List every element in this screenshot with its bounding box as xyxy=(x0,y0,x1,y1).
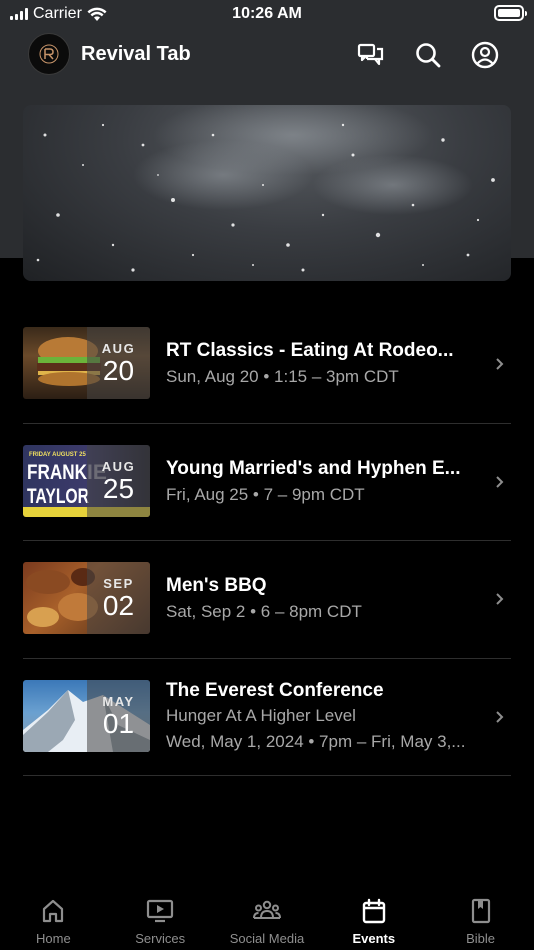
tab-bible[interactable]: Bible xyxy=(427,885,534,950)
group-icon xyxy=(252,900,281,919)
status-time: 10:26 AM xyxy=(232,5,302,22)
tab-social-media[interactable]: Social Media xyxy=(214,885,321,950)
chevron-right-icon xyxy=(496,476,504,488)
app-header: Revival Tab xyxy=(0,32,534,78)
event-title: The Everest Conference xyxy=(166,679,384,701)
event-month: AUG xyxy=(101,341,136,356)
event-thumbnail: AUG 20 xyxy=(23,327,150,399)
tab-bar: Home Services Social Media Events Bible xyxy=(0,885,534,950)
tab-services[interactable]: Services xyxy=(107,885,214,950)
app-title: Revival Tab xyxy=(81,43,191,65)
date-badge: AUG 20 xyxy=(87,327,150,399)
status-bar: Carrier 10:26 AM xyxy=(0,0,534,30)
home-icon xyxy=(43,899,64,923)
chat-icon[interactable] xyxy=(356,40,386,70)
event-subtitle: Hunger At A Higher Level xyxy=(166,705,356,725)
event-month: SEP xyxy=(103,576,134,591)
events-list: AUG 20 RT Classics - Eating At Rodeo... … xyxy=(23,306,511,776)
event-day: 01 xyxy=(102,707,135,739)
snow-image xyxy=(36,105,495,272)
event-month: MAY xyxy=(102,693,135,709)
date-badge: AUG 25 xyxy=(87,444,150,517)
tab-label: Bible xyxy=(466,931,496,946)
event-row[interactable]: SEP 02 Men's BBQ Sat, Sep 2 • 6 – 8pm CD… xyxy=(23,541,511,659)
hero-banner[interactable] xyxy=(23,105,511,281)
poster-date-text: FRIDAY AUGUST 25 xyxy=(29,452,86,458)
chevron-right-icon xyxy=(496,593,504,605)
date-badge: SEP 02 xyxy=(87,562,150,634)
event-datetime: Sun, Aug 20 • 1:15 – 3pm CDT xyxy=(166,367,399,386)
chevron-right-icon xyxy=(496,358,504,370)
event-title: Men's BBQ xyxy=(166,575,267,596)
event-day: 02 xyxy=(102,590,135,621)
book-icon xyxy=(471,898,490,924)
event-row[interactable]: AUG 20 RT Classics - Eating At Rodeo... … xyxy=(23,306,511,424)
poster-name-text: FRANK xyxy=(27,461,87,484)
event-day: 25 xyxy=(102,472,135,504)
event-thumbnail: FRIDAY AUGUST 25 FRANK IE TAYLOR AUG 25 xyxy=(23,444,150,517)
poster-surname-text: TAYLOR xyxy=(27,485,89,508)
date-badge: MAY 01 xyxy=(87,679,150,752)
battery-icon xyxy=(494,5,527,21)
app-logo xyxy=(28,33,70,75)
event-title: Young Married's and Hyphen E... xyxy=(166,457,461,479)
tab-label: Home xyxy=(36,931,71,946)
event-day: 20 xyxy=(102,355,135,386)
event-thumbnail: SEP 02 xyxy=(23,562,150,634)
search-icon[interactable] xyxy=(413,40,443,70)
event-datetime: Fri, Aug 25 • 7 – 9pm CDT xyxy=(166,484,365,504)
tab-home[interactable]: Home xyxy=(0,885,107,950)
chevron-right-icon xyxy=(496,711,504,723)
revival-tab-logo-icon xyxy=(39,44,59,64)
event-month: AUG xyxy=(101,458,136,474)
profile-icon[interactable] xyxy=(470,40,500,70)
event-datetime: Wed, May 1, 2024 • 7pm – Fri, May 3,... xyxy=(166,731,466,751)
event-row[interactable]: FRIDAY AUGUST 25 FRANK IE TAYLOR AUG 25 … xyxy=(23,424,511,541)
event-datetime: Sat, Sep 2 • 6 – 8pm CDT xyxy=(166,602,362,621)
calendar-icon xyxy=(362,898,385,924)
tab-events[interactable]: Events xyxy=(320,885,427,950)
event-title: RT Classics - Eating At Rodeo... xyxy=(166,340,454,361)
tab-label: Services xyxy=(135,931,186,946)
tab-label: Social Media xyxy=(229,931,305,946)
tab-label: Events xyxy=(352,931,396,946)
event-thumbnail: MAY 01 xyxy=(23,679,150,752)
event-row[interactable]: MAY 01 The Everest Conference Hunger At … xyxy=(23,659,511,776)
tv-icon xyxy=(147,899,174,923)
